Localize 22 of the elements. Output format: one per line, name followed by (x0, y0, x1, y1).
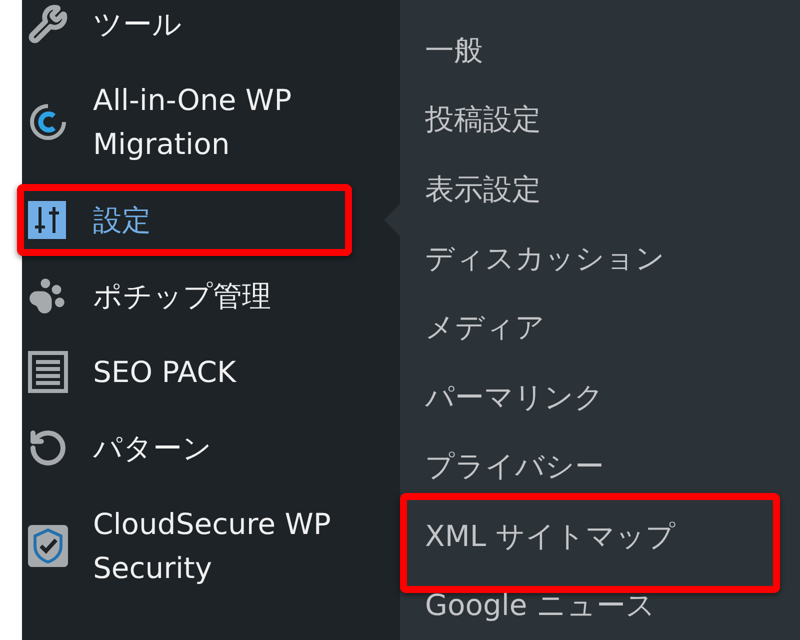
sliders-icon (28, 201, 66, 239)
menu-item[interactable]: パターン (93, 426, 363, 470)
submenu-item[interactable]: ディスカッション (425, 238, 665, 278)
menu-item[interactable]: ポチップ管理 (93, 274, 363, 318)
menu-item[interactable]: ツール (93, 2, 363, 46)
submenu-item[interactable]: Google ニュース (425, 585, 656, 626)
list-icon (28, 351, 68, 393)
submenu-item[interactable]: プライバシー (425, 446, 604, 486)
undo-icon (28, 428, 68, 468)
shield-check-icon (28, 525, 68, 567)
submenu-item[interactable]: 投稿設定 (425, 99, 541, 140)
menu-item[interactable]: All-in-One WP Migration (93, 78, 363, 166)
paw-icon (28, 277, 66, 315)
menu-item[interactable]: CloudSecure WP Security (93, 502, 363, 590)
wrench-icon (28, 4, 68, 44)
submenu-item[interactable]: XML サイトマップ (425, 516, 676, 556)
submenu-item[interactable]: 表示設定 (425, 168, 541, 209)
menu-item[interactable]: SEO PACK (93, 350, 363, 394)
submenu-item[interactable]: パーマリンク (425, 376, 604, 417)
submenu-item[interactable]: メディア (425, 307, 545, 348)
submenu-item[interactable]: 一般 (425, 30, 483, 70)
menu-item[interactable]: 設定 (93, 198, 363, 242)
